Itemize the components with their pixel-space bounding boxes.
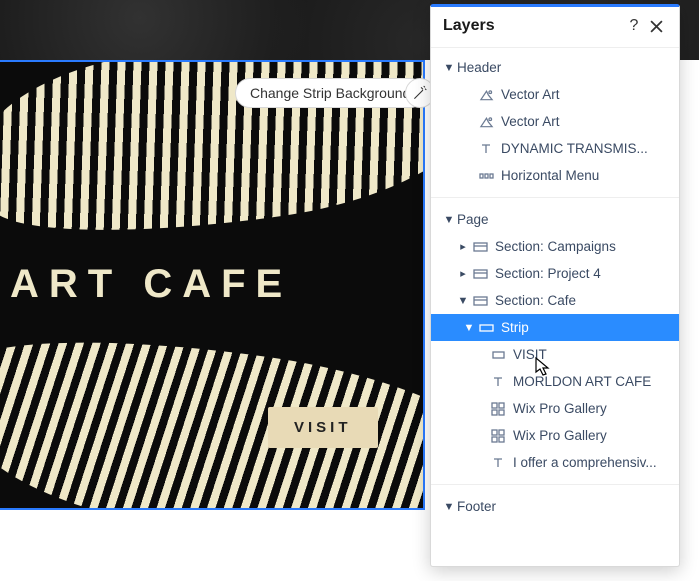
layer-item-section-campaigns[interactable]: ▸ Section: Campaigns	[431, 233, 679, 260]
group-footer[interactable]: ▼ Footer	[431, 493, 679, 520]
group-header-label: Header	[457, 60, 501, 75]
change-strip-background-button[interactable]: Change Strip Background	[235, 78, 425, 108]
layer-item-vector-art-1[interactable]: ▸ Vector Art	[431, 81, 679, 108]
layer-item-visit[interactable]: ▸ VISIT	[431, 341, 679, 368]
container-icon	[489, 347, 507, 363]
caret-down-icon: ▼	[457, 295, 469, 307]
caret-down-icon: ▼	[443, 501, 455, 513]
layer-item-label: I offer a comprehensiv...	[513, 455, 657, 470]
layer-item-label: Strip	[501, 320, 529, 335]
menu-icon	[477, 168, 495, 184]
caret-down-icon: ▼	[463, 322, 475, 334]
section-icon	[471, 293, 489, 309]
wand-icon	[412, 85, 428, 101]
caret-right-icon: ▸	[457, 267, 469, 280]
layer-item-wix-pro-gallery-2[interactable]: ▸ Wix Pro Gallery	[431, 422, 679, 449]
caret-right-icon: ▸	[457, 240, 469, 253]
layer-item-section-project4[interactable]: ▸ Section: Project 4	[431, 260, 679, 287]
section-icon	[471, 266, 489, 282]
text-icon	[489, 374, 507, 390]
layer-item-label: Horizontal Menu	[501, 168, 599, 183]
layer-item-vector-art-2[interactable]: ▸ Vector Art	[431, 108, 679, 135]
layer-item-label: Section: Cafe	[495, 293, 576, 308]
strip-selected[interactable]: ART CAFE VISIT	[0, 60, 425, 510]
layer-item-strip[interactable]: ▼ Strip	[431, 314, 679, 341]
layers-panel: Layers ? ▼ Header ▸ Vector Art ▸ Vector …	[430, 4, 680, 567]
layer-item-section-cafe[interactable]: ▼ Section: Cafe	[431, 287, 679, 314]
vector-icon	[477, 114, 495, 130]
layer-item-label: MORLDON ART CAFE	[513, 374, 651, 389]
layer-item-morldon-art-cafe[interactable]: ▸ MORLDON ART CAFE	[431, 368, 679, 395]
text-icon	[477, 141, 495, 157]
group-page-label: Page	[457, 212, 489, 227]
group-header[interactable]: ▼ Header	[431, 54, 679, 81]
layer-item-label: Wix Pro Gallery	[513, 428, 607, 443]
gallery-icon	[489, 428, 507, 444]
layer-item-wix-pro-gallery-1[interactable]: ▸ Wix Pro Gallery	[431, 395, 679, 422]
close-button[interactable]	[645, 15, 667, 37]
layers-panel-body[interactable]: ▼ Header ▸ Vector Art ▸ Vector Art ▸ DYN…	[431, 48, 679, 566]
group-page[interactable]: ▼ Page	[431, 206, 679, 233]
close-icon	[650, 20, 663, 33]
divider	[431, 484, 679, 485]
layer-item-label: Vector Art	[501, 87, 560, 102]
section-icon	[471, 239, 489, 255]
layer-item-dynamic-transmis[interactable]: ▸ DYNAMIC TRANSMIS...	[431, 135, 679, 162]
layer-item-comprehensive-text[interactable]: ▸ I offer a comprehensiv...	[431, 449, 679, 476]
layer-item-label: VISIT	[513, 347, 547, 362]
gallery-icon	[489, 401, 507, 417]
layer-item-label: Wix Pro Gallery	[513, 401, 607, 416]
divider	[431, 197, 679, 198]
help-icon: ?	[630, 17, 639, 35]
group-footer-label: Footer	[457, 499, 496, 514]
strip-title-text: ART CAFE	[10, 262, 292, 307]
layer-item-label: Section: Project 4	[495, 266, 601, 281]
visit-button[interactable]: VISIT	[268, 407, 378, 448]
layers-panel-title: Layers	[443, 17, 623, 35]
layer-item-horizontal-menu[interactable]: ▸ Horizontal Menu	[431, 162, 679, 189]
layer-item-label: Vector Art	[501, 114, 560, 129]
caret-down-icon: ▼	[443, 214, 455, 226]
caret-down-icon: ▼	[443, 62, 455, 74]
strip-icon	[477, 320, 495, 336]
help-button[interactable]: ?	[623, 15, 645, 37]
layers-panel-header: Layers ?	[431, 7, 679, 48]
vector-icon	[477, 87, 495, 103]
layer-item-label: DYNAMIC TRANSMIS...	[501, 141, 648, 156]
text-icon	[489, 455, 507, 471]
layer-item-label: Section: Campaigns	[495, 239, 616, 254]
